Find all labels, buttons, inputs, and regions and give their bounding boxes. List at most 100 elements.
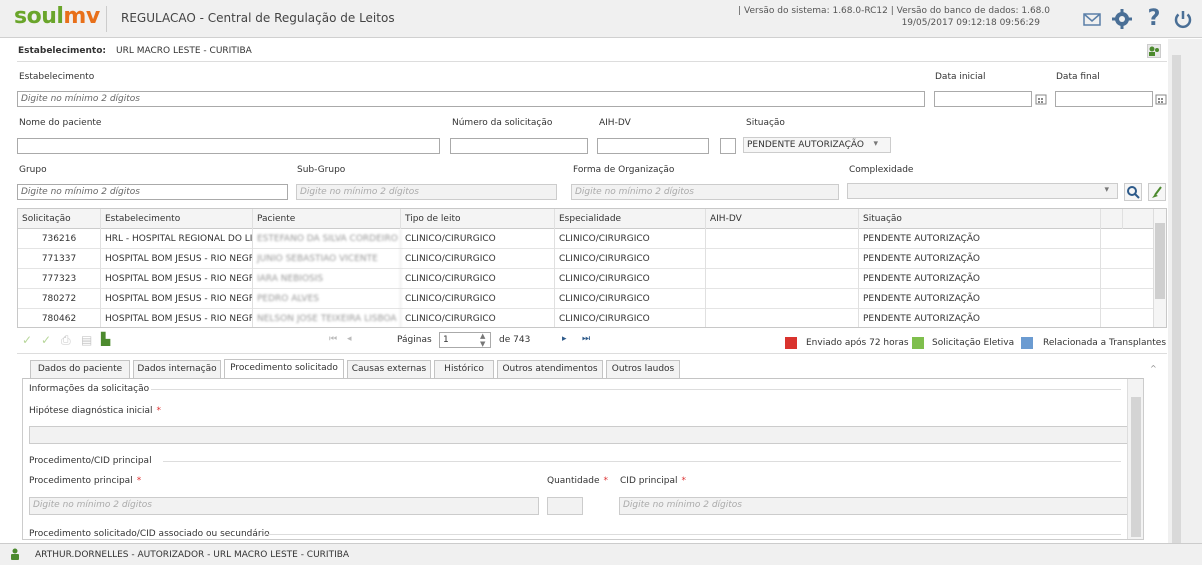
data-final-input[interactable] [1055,91,1153,107]
section-procedimento-secundario: Procedimento solicitado/CID associado ou… [29,529,270,539]
clear-filter-button[interactable] [1148,183,1166,201]
column-header[interactable]: Especialidade [555,209,706,229]
hipotese-input[interactable] [29,426,1128,444]
calendar-icon[interactable] [1155,93,1167,105]
quantidade-label: Quantidade * [547,476,608,486]
column-header[interactable]: Estabelecimento [101,209,253,229]
cell-situacao: PENDENTE AUTORIZAÇÃO [859,229,1101,249]
cell-especialidade: CLINICO/CIRURGICO [555,249,706,269]
numero-solicitacao-input[interactable] [450,138,588,154]
logo-divider [106,6,107,32]
table-scrollbar-thumb[interactable] [1155,223,1165,299]
table-row[interactable]: 780272 HOSPITAL BOM JESUS - RIO NEGF PED… [18,289,1166,309]
cid-principal-input[interactable]: Digite no mínimo 2 dígitos [619,497,1128,515]
cell-situacao: PENDENTE AUTORIZAÇÃO [859,269,1101,289]
complexidade-label: Complexidade [849,165,914,175]
tab-dados-internacao[interactable]: Dados internação [133,360,221,378]
tab-dados-paciente[interactable]: Dados do paciente [30,360,130,378]
table-row[interactable]: 780462 HOSPITAL BOM JESUS - RIO NEGF NEL… [18,309,1166,327]
power-icon[interactable] [1172,8,1194,30]
forma-organizacao-input[interactable]: Digite no mínimo 2 dígitos [571,184,839,200]
column-header[interactable]: Paciente [253,209,401,229]
table-row[interactable]: 771337 HOSPITAL BOM JESUS - RIO NEGF JUN… [18,249,1166,269]
prev-page-icon[interactable]: ◂ [347,334,352,344]
approve-partial-icon[interactable]: ✓ [41,333,51,347]
nome-paciente-input[interactable] [17,138,440,154]
chevron-up-icon[interactable]: ^ [1150,364,1157,373]
column-header[interactable]: Solicitação [18,209,101,229]
tab-outros-atendimentos[interactable]: Outros atendimentos [497,360,603,378]
app-title: REGULACAO - Central de Regulação de Leit… [121,11,395,25]
table-row[interactable]: 736216 HRL - HOSPITAL REGIONAL DO LI EST… [18,229,1166,249]
first-page-icon[interactable]: ⏮ [329,334,337,344]
procedimento-principal-label: Procedimento principal * [29,476,141,486]
procedimento-principal-input[interactable]: Digite no mínimo 2 dígitos [29,497,539,515]
calendar-icon[interactable] [1035,93,1047,105]
page-scrollbar[interactable] [1168,39,1202,543]
tab-procedimento-solicitado[interactable]: Procedimento solicitado [224,359,344,379]
cid-principal-label-text: CID principal [620,476,678,486]
cell-especialidade: CLINICO/CIRURGICO [555,269,706,289]
cell-aih [706,309,859,327]
estabelecimento-input[interactable]: Digite no mínimo 2 dígitos [17,91,925,107]
chevron-down-icon: ▾ [873,139,878,149]
comment-icon[interactable]: ▤ [81,333,92,347]
last-page-icon[interactable]: ⏭ [582,334,590,344]
cid-principal-label: CID principal * [620,476,686,486]
tab-historico[interactable]: Histórico [434,360,494,378]
situacao-value: PENDENTE AUTORIZAÇÃO [747,140,865,150]
soulmv-logo: soulmv [14,4,100,29]
cell-situacao: PENDENTE AUTORIZAÇÃO [859,289,1101,309]
column-header[interactable]: Tipo de leito [401,209,555,229]
numero-solicitacao-label: Número da solicitação [452,118,553,128]
cell-paciente: PEDRO ALVES [253,289,401,309]
situacao-select[interactable]: PENDENTE AUTORIZAÇÃO ▾ [743,137,891,153]
system-datetime: 19/05/2017 09:12:18 09:56:29 [901,18,1040,28]
export-icon[interactable]: ▙ [101,332,110,346]
search-icon [1127,186,1140,199]
cell-paciente: ESTEFANO DA SILVA CORDEIRO [253,229,401,249]
quantidade-input[interactable] [547,497,583,515]
cell-solicitacao: 771337 [18,249,101,269]
gear-icon[interactable] [1111,8,1133,30]
user-group-icon[interactable] [1147,44,1161,58]
page-stepper-icon[interactable]: ▲ ▼ [480,332,485,348]
column-header[interactable]: Situação [859,209,1101,229]
cell-tipo-leito: CLINICO/CIRURGICO [401,309,555,327]
complexidade-select[interactable]: ▾ [847,183,1118,199]
next-page-icon[interactable]: ▸ [562,334,567,344]
table-scrollbar[interactable] [1153,209,1166,327]
subgrupo-input[interactable]: Digite no mínimo 2 dígitos [296,184,557,200]
required-marker: * [136,476,142,486]
legend-color-elective [912,337,924,349]
cell-especialidade: CLINICO/CIRURGICO [555,289,706,309]
help-icon[interactable]: ? [1143,8,1165,30]
tab-causas-externas[interactable]: Causas externas [347,360,431,378]
cell-solicitacao: 780272 [18,289,101,309]
approve-icon[interactable]: ✓ [22,333,32,347]
situacao-label: Situação [746,118,785,128]
column-header[interactable]: AIH-DV [706,209,859,229]
pages-label: Páginas [397,335,432,345]
system-version: | Versão do sistema: 1.68.0-RC12 | Versã… [738,6,1050,16]
data-inicial-input[interactable] [934,91,1032,107]
panel-scrollbar[interactable] [1127,379,1143,539]
aih-label: AIH-DV [599,118,631,128]
broom-icon [1152,186,1162,198]
aih-digit-input[interactable] [720,138,736,154]
grupo-input[interactable]: Digite no mínimo 2 dígitos [17,184,288,200]
aih-input[interactable] [597,138,709,154]
estab-bar-value: URL MACRO LESTE - CURITIBA [116,46,252,56]
cell-estabelecimento: HOSPITAL BOM JESUS - RIO NEGF [101,309,253,327]
logged-user: ARTHUR.DORNELLES - AUTORIZADOR - URL MAC… [35,550,350,560]
search-button[interactable] [1124,183,1142,201]
page-scrollbar-thumb[interactable] [1172,55,1181,543]
cell-tipo-leito: CLINICO/CIRURGICO [401,229,555,249]
print-icon[interactable]: ⎙ [61,333,71,348]
panel-scrollbar-thumb[interactable] [1131,397,1141,537]
tab-outros-laudos[interactable]: Outros laudos [606,360,680,378]
estabelecimento-label: Estabelecimento [19,72,95,82]
mail-icon[interactable] [1081,8,1103,30]
hipotese-label: Hipótese diagnóstica inicial * [29,406,161,416]
table-row[interactable]: 777323 HOSPITAL BOM JESUS - RIO NEGF IAR… [18,269,1166,289]
